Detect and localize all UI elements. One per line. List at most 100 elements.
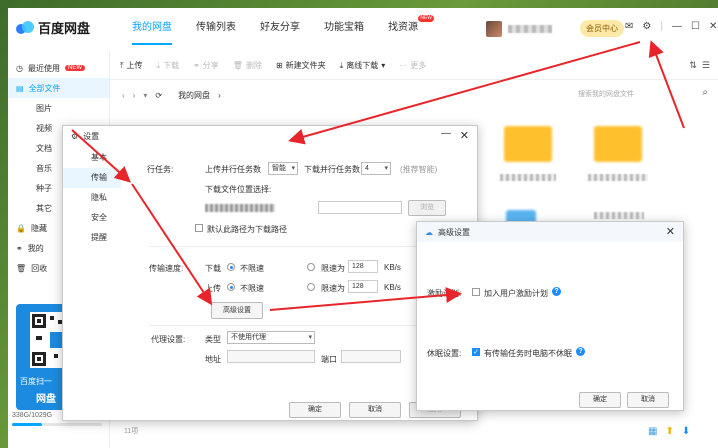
nav-my-disk[interactable]: 我的网盘 bbox=[120, 8, 184, 48]
incentive-checkbox[interactable] bbox=[472, 288, 480, 296]
nav-toolbox[interactable]: 功能宝箱 bbox=[312, 8, 376, 48]
upload-speed-input[interactable]: 128 bbox=[348, 280, 378, 293]
nav-transfer-list[interactable]: 传输列表 bbox=[184, 8, 248, 48]
qr-caption-2: 网盘 bbox=[36, 394, 56, 405]
transfer-icon[interactable]: ⬇ bbox=[682, 426, 690, 437]
avatar[interactable] bbox=[486, 20, 502, 37]
more-button[interactable]: ··· 更多 bbox=[399, 60, 426, 71]
upload-limit-radio[interactable] bbox=[307, 283, 315, 291]
tab-basic[interactable]: 基本 bbox=[63, 148, 121, 168]
tab-privacy[interactable]: 隐私 bbox=[63, 188, 121, 208]
cancel-button[interactable]: 取消 bbox=[627, 392, 669, 408]
folder-icon[interactable] bbox=[504, 126, 552, 162]
lock-icon: 🔒 bbox=[16, 223, 26, 233]
tab-security[interactable]: 安全 bbox=[63, 208, 121, 228]
refresh-icon[interactable]: ⟳ bbox=[155, 91, 162, 100]
dialog-title-bar: ☁ 高级设置 bbox=[417, 222, 683, 242]
nav-friend-share[interactable]: 好友分享 bbox=[248, 8, 312, 48]
upload-button[interactable]: ⤒ 上传 bbox=[120, 60, 143, 71]
sidebar-item-recent[interactable]: ◷ 最近使用 NEW bbox=[8, 58, 109, 78]
sort-view-icons[interactable]: ⇅ ☰ bbox=[689, 60, 710, 71]
file-toolbar: ⤒ 上传 ⤓ 下载 ⚭ 分享 🗑 删除 ⊞ 新建文件夹 ⤓ 离线下载 ▾ ··· 更多 ⇅ ☰ bbox=[110, 52, 718, 80]
download-icon: ⤓ bbox=[156, 60, 161, 70]
search-input[interactable]: 搜索我的网盘文件 bbox=[578, 89, 688, 99]
new-badge: NEW bbox=[418, 15, 434, 22]
back-icon[interactable]: ‹ bbox=[122, 91, 125, 100]
download-location-label: 下载文件位置选择: bbox=[205, 185, 272, 194]
window-controls: ✉ ⚙ | — ☐ ✕ bbox=[625, 21, 717, 32]
download-path-input[interactable] bbox=[318, 201, 402, 214]
download-nolimit-radio[interactable] bbox=[227, 263, 235, 271]
download-task-select[interactable]: 4 bbox=[361, 162, 391, 175]
tab-reminders[interactable]: 提醒 bbox=[63, 228, 121, 248]
grid-view-icon[interactable]: ▦ bbox=[648, 426, 657, 437]
search-icon[interactable]: ⌕ bbox=[702, 87, 708, 98]
baidu-cloud-logo-icon bbox=[16, 20, 34, 35]
folder-icon[interactable] bbox=[594, 126, 642, 162]
close-icon[interactable]: ✕ bbox=[709, 21, 717, 32]
proxy-port-input[interactable] bbox=[341, 350, 401, 363]
download-speed-input[interactable]: 128 bbox=[348, 260, 378, 273]
storage-text: 338G/1029G bbox=[12, 412, 53, 419]
incentive-option-label: 加入用户激励计划 bbox=[484, 289, 548, 298]
download-task-label: 下载并行任务数 bbox=[304, 165, 360, 174]
new-badge: NEW bbox=[64, 65, 85, 71]
help-icon[interactable]: ? bbox=[576, 347, 585, 356]
ok-button[interactable]: 确定 bbox=[579, 392, 621, 408]
add-folder-icon: ⊞ bbox=[275, 61, 283, 70]
vip-center-button[interactable]: 会员中心 bbox=[580, 20, 624, 37]
download-limit-radio[interactable] bbox=[307, 263, 315, 271]
storage-fill bbox=[12, 423, 42, 426]
dialog-title: 高级设置 bbox=[438, 227, 470, 237]
path-bar: ‹ › ▾ ⟳ 我的网盘 › 搜索我的网盘文件 ⌕ bbox=[110, 84, 718, 106]
close-icon[interactable]: ✕ bbox=[460, 129, 469, 142]
ok-button[interactable]: 确定 bbox=[289, 402, 341, 418]
dialog-title-bar: ⚙ 设置 bbox=[63, 126, 477, 146]
proxy-port-label: 端口 bbox=[321, 355, 337, 364]
upload-nolimit-radio[interactable] bbox=[227, 283, 235, 291]
download-nolimit-label: 不限速 bbox=[240, 264, 264, 273]
divider: | bbox=[660, 21, 663, 32]
help-icon[interactable]: ? bbox=[552, 287, 561, 296]
new-folder-button[interactable]: ⊞ 新建文件夹 bbox=[276, 60, 326, 71]
upload-nolimit-label: 不限速 bbox=[240, 284, 264, 293]
settings-tabs: 基本 传输 隐私 安全 提醒 bbox=[63, 148, 121, 248]
proxy-type-select[interactable]: 不使用代理 bbox=[227, 331, 315, 344]
breadcrumb[interactable]: 我的网盘 bbox=[178, 90, 210, 101]
offline-download-button[interactable]: ⤓ 离线下载 ▾ bbox=[340, 60, 386, 71]
download-speed-label: 下载 bbox=[205, 264, 221, 273]
forward-icon[interactable]: › bbox=[133, 91, 136, 100]
username-blurred bbox=[508, 24, 552, 33]
cancel-button[interactable]: 取消 bbox=[349, 402, 401, 418]
upload-task-select[interactable]: 智能 bbox=[268, 162, 298, 175]
advanced-settings-button[interactable]: 高级设置 bbox=[211, 302, 263, 319]
proxy-address-input[interactable] bbox=[227, 350, 315, 363]
sidebar-item-images[interactable]: 图片 bbox=[8, 98, 109, 118]
dialog-title: 设置 bbox=[83, 131, 100, 141]
upload-speed-label: 上传 bbox=[205, 284, 221, 293]
delete-button[interactable]: 🗑 删除 bbox=[233, 60, 262, 71]
history-dropdown-icon[interactable]: ▾ bbox=[143, 91, 147, 100]
sleep-label: 休眠设置: bbox=[427, 349, 462, 358]
tab-transfer[interactable]: 传输 bbox=[63, 168, 121, 188]
incentive-label: 激励计划: bbox=[427, 289, 462, 298]
nav-find-resources[interactable]: 找资源 NEW bbox=[376, 8, 434, 48]
app-logo: 百度网盘 bbox=[16, 18, 90, 37]
sidebar-item-all-files[interactable]: ▤ 全部文件 bbox=[8, 78, 109, 98]
sleep-option-label: 有传输任务时电脑不休眠 bbox=[484, 349, 572, 358]
mail-icon[interactable]: ✉ bbox=[625, 21, 633, 32]
sleep-checkbox[interactable]: ✓ bbox=[472, 348, 480, 356]
clock-icon: ◷ bbox=[16, 63, 23, 73]
default-path-checkbox[interactable] bbox=[195, 224, 203, 232]
close-icon[interactable]: ✕ bbox=[666, 225, 675, 238]
download-button[interactable]: ⤓ 下载 bbox=[157, 60, 180, 71]
minimize-icon[interactable]: — bbox=[441, 128, 451, 139]
share-button[interactable]: ⚭ 分享 bbox=[193, 60, 219, 71]
chevron-right-icon: › bbox=[218, 90, 221, 100]
minimize-icon[interactable]: — bbox=[672, 21, 682, 32]
browse-button[interactable]: 浏览 bbox=[408, 200, 446, 216]
maximize-icon[interactable]: ☐ bbox=[691, 21, 700, 32]
baidu-cloud-logo-icon: ☁ bbox=[425, 227, 433, 237]
gear-icon[interactable]: ⚙ bbox=[642, 21, 651, 32]
upload-icon[interactable]: ⬆ bbox=[665, 426, 673, 437]
